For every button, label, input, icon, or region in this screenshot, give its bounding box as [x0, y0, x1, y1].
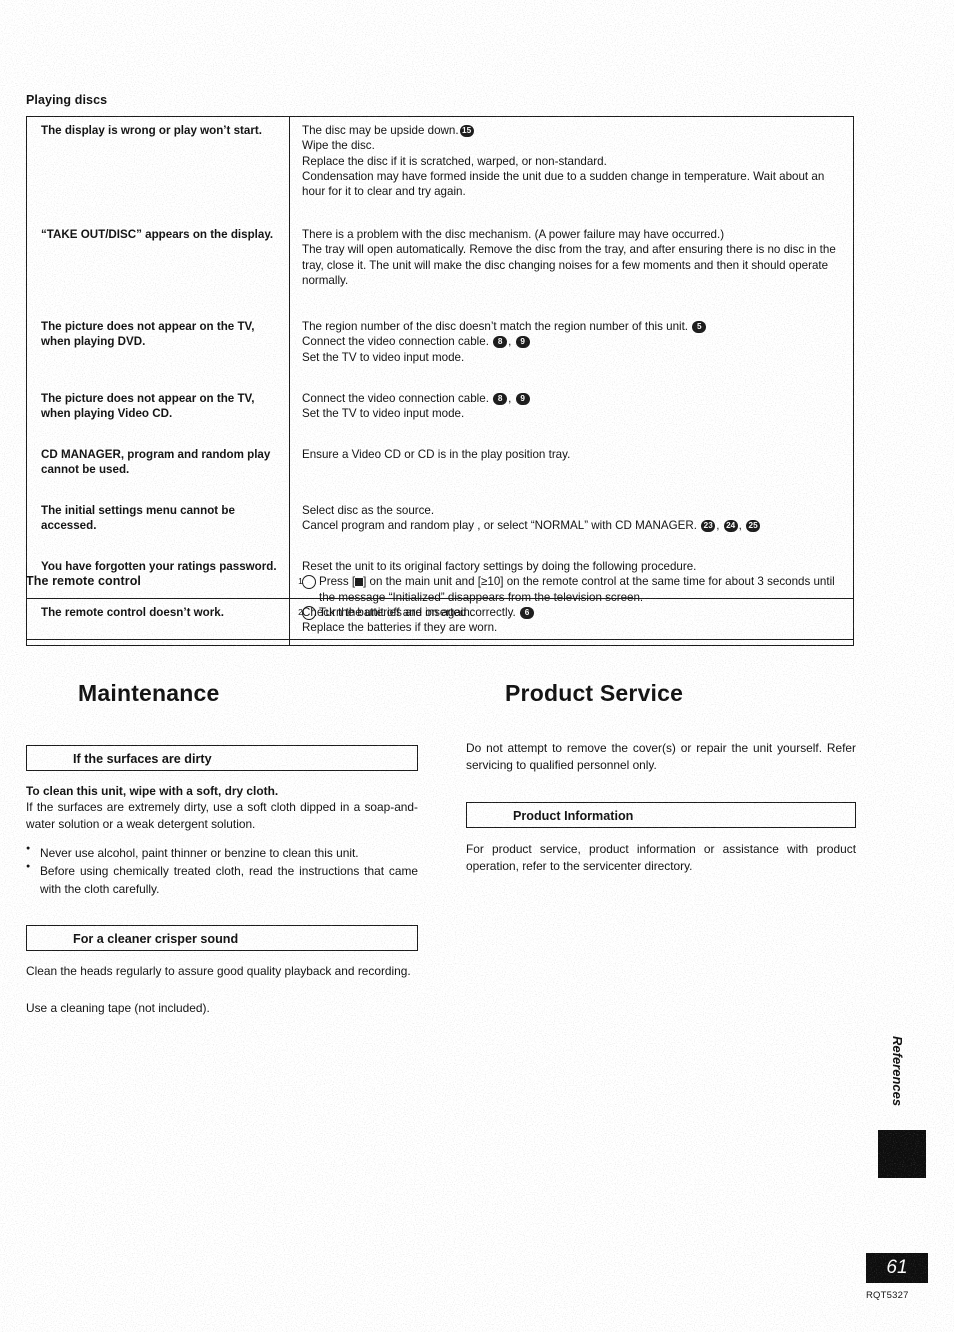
remedy-cell: Check the batteries are inserted correct… — [290, 599, 854, 646]
maintenance-surfaces-lead: To clean this unit, wipe with a soft, dr… — [26, 784, 279, 798]
side-tab-label: References — [890, 1036, 905, 1107]
symptom-cell: The remote control doesn’t work. — [26, 598, 290, 646]
remedy-line: Replace the disc if it is scratched, war… — [302, 154, 607, 168]
page-ref-icon: 8 — [493, 393, 508, 405]
remedy-line: The tray will open automatically. Remove… — [302, 243, 836, 287]
remedy-line: Connect the video connection cable. 8, 9 — [302, 391, 845, 406]
table-row: CD MANAGER, program and random play cann… — [26, 441, 854, 497]
remedy-line: Ensure a Video CD or CD is in the play p… — [302, 448, 571, 461]
remedy-line: There is a problem with the disc mechani… — [302, 228, 725, 241]
remedy-cell: The disc may be upside down. 15 Wipe the … — [290, 117, 854, 222]
symptom-cell: The picture does not appear on the TV, w… — [26, 313, 290, 385]
maintenance-surfaces-body: If the surfaces are extremely dirty, use… — [26, 800, 418, 832]
symptom-cell: The display is wrong or play won’t start… — [26, 116, 290, 221]
document-page: Playing discs The display is wrong or pl… — [0, 0, 954, 1332]
table-row: The picture does not appear on the TV, w… — [26, 313, 854, 385]
remedy-line: Set the TV to video input mode. — [302, 350, 465, 364]
remote-control-heading: The remote control — [26, 574, 142, 588]
product-service-title: Product Service — [505, 680, 684, 706]
page-ref-icon: 8 — [493, 336, 508, 349]
document-code: RQT5327 — [866, 1290, 909, 1301]
symptom-cell: The picture does not appear on the TV, w… — [26, 385, 290, 441]
remedy-line: Reset the unit to its original factory s… — [302, 560, 697, 573]
remedy-line: Check the batteries are inserted correct… — [302, 605, 845, 620]
table-row: The initial settings menu cannot be acce… — [26, 497, 854, 553]
symptom-cell: “TAKE OUT/DISC” appears on the display. — [26, 221, 290, 313]
table-row: The remote control doesn’t work. Check t… — [26, 598, 854, 646]
page-ref-icon: 9 — [515, 336, 530, 349]
remedy-line: Set the TV to video input mode. — [302, 407, 465, 421]
product-information-box: Product Information — [466, 802, 856, 828]
page-ref-icon: 5 — [692, 321, 707, 333]
remedy-cell: Ensure a Video CD or CD is in the play p… — [290, 441, 854, 497]
remedy-cell: Select disc as the source. Cancel progra… — [290, 497, 854, 553]
maintenance-title: Maintenance — [78, 680, 220, 706]
maintenance-cleaner-body-1: Clean the heads regularly to assure good… — [26, 964, 411, 978]
playing-discs-heading: Playing discs — [26, 93, 108, 107]
remote-control-table: The remote control doesn’t work. Check t… — [26, 598, 854, 646]
side-tab-block — [878, 1130, 926, 1178]
stop-button-icon — [355, 578, 364, 587]
page-ref-icon: 6 — [519, 607, 534, 619]
remedy-line: Wipe the disc. — [302, 139, 375, 153]
playing-discs-table: The display is wrong or play won’t start… — [26, 116, 854, 640]
remedy-cell: There is a problem with the disc mechani… — [290, 221, 854, 313]
table-row: The display is wrong or play won’t start… — [26, 116, 854, 222]
symptom-cell: CD MANAGER, program and random play cann… — [26, 441, 290, 497]
page-ref-icon: 15 — [459, 125, 474, 137]
page-number: 61 — [866, 1253, 928, 1283]
page-ref-icon: 9 — [515, 393, 530, 405]
remedy-line: Connect the video connection cable. 8, 9 — [302, 334, 845, 349]
page-ref-icon: 24 — [723, 520, 738, 533]
maintenance-box-surfaces-dirty: If the surfaces are dirty — [26, 745, 418, 771]
page-ref-icon: 23 — [701, 520, 716, 533]
remedy-line: Replace the batteries if they are worn. — [302, 621, 498, 635]
table-row: “TAKE OUT/DISC” appears on the display. … — [26, 221, 854, 313]
maintenance-bullet-list: Never use alcohol, paint thinner or benz… — [26, 844, 418, 899]
remedy-line: Cancel program and random play , or sele… — [302, 518, 845, 533]
maintenance-box-cleaner-sound: For a cleaner crisper sound — [26, 925, 418, 951]
remedy-cell: Connect the video connection cable. 8, 9… — [290, 385, 854, 441]
product-information-body: For product service, product information… — [466, 842, 856, 874]
maintenance-cleaner-body-2: Use a cleaning tape (not included). — [26, 1001, 210, 1015]
list-item: Before using chemically treated cloth, r… — [26, 862, 418, 898]
remedy-line: Select disc as the source. — [302, 504, 435, 517]
list-item: Never use alcohol, paint thinner or benz… — [26, 844, 418, 862]
remedy-line: Condensation may have formed inside the … — [302, 169, 825, 199]
symptom-cell: The initial settings menu cannot be acce… — [26, 497, 290, 553]
page-ref-icon: 25 — [746, 520, 761, 533]
remedy-line: The disc may be upside down. 15 — [302, 123, 845, 138]
remedy-cell: The region number of the disc doesn’t ma… — [290, 313, 854, 385]
product-service-intro: Do not attempt to remove the cover(s) or… — [466, 741, 856, 773]
table-row: The picture does not appear on the TV, w… — [26, 385, 854, 441]
step-number-icon: 1 — [298, 575, 316, 590]
remedy-line: The region number of the disc doesn’t ma… — [302, 319, 845, 334]
